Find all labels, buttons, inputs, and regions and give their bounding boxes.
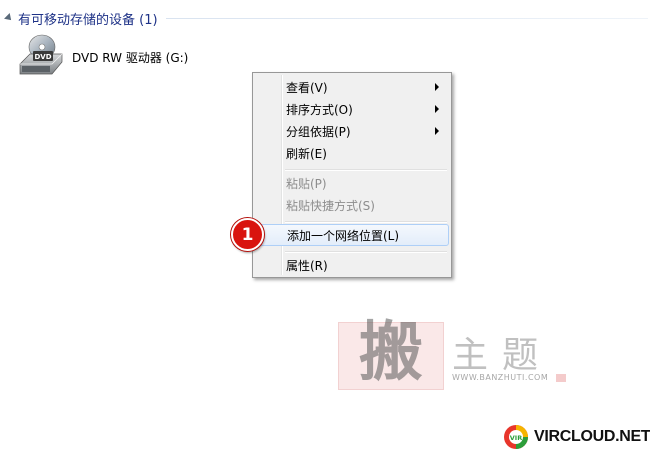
submenu-arrow-icon — [435, 83, 439, 91]
menu-item-group-by[interactable]: 分组依据(P) — [255, 120, 449, 142]
menu-item-view[interactable]: 查看(V) — [255, 76, 449, 98]
group-divider — [165, 17, 648, 19]
vircloud-logo-text: VIRCLOUD.NET — [534, 428, 650, 445]
menu-separator — [285, 251, 447, 253]
watermark-mark — [556, 374, 566, 382]
menu-item-label: 属性(R) — [286, 258, 328, 273]
submenu-arrow-icon — [435, 105, 439, 113]
menu-separator — [285, 221, 447, 223]
drive-label[interactable]: DVD RW 驱动器 (G:) — [72, 49, 188, 66]
vircloud-logo-icon: VIR — [503, 424, 529, 450]
menu-item-label: 查看(V) — [286, 80, 328, 95]
vircloud-logo: VIR VIRCLOUD.NET — [503, 424, 650, 450]
menu-item-label: 粘贴(P) — [286, 176, 327, 191]
menu-item-refresh[interactable]: 刷新(E) — [255, 142, 449, 164]
svg-text:VIR: VIR — [510, 434, 522, 442]
submenu-arrow-icon — [435, 127, 439, 135]
menu-item-sort-by[interactable]: 排序方式(O) — [255, 98, 449, 120]
menu-item-label: 添加一个网络位置(L) — [287, 228, 400, 243]
dvd-drive-icon: DVD — [16, 34, 66, 80]
step-number-badge: 1 — [231, 218, 264, 251]
watermark-seal-char: 搬 — [359, 315, 423, 390]
watermark-seal: 搬 — [338, 317, 444, 390]
watermark-text: 主题 — [452, 335, 553, 376]
watermark-url: WWW.BANZHUTI.COM — [452, 373, 549, 382]
menu-item-properties[interactable]: 属性(R) — [255, 254, 449, 276]
menu-item-label: 分组依据(P) — [286, 124, 351, 139]
menu-item-label: 刷新(E) — [286, 146, 327, 161]
collapse-arrow-icon[interactable] — [4, 13, 14, 23]
menu-item-add-network-location[interactable]: 添加一个网络位置(L) — [255, 224, 449, 246]
svg-text:DVD: DVD — [34, 53, 51, 61]
menu-item-paste[interactable]: 粘贴(P) — [255, 172, 449, 194]
group-header-removable-storage[interactable]: 有可移动存储的设备 (1) — [2, 8, 648, 28]
context-menu: 查看(V) 排序方式(O) 分组依据(P) 刷新(E) 粘贴(P) 粘贴快捷方式… — [252, 72, 452, 278]
group-title: 有可移动存储的设备 (1) — [18, 12, 158, 28]
menu-item-label: 粘贴快捷方式(S) — [286, 198, 375, 213]
menu-separator — [285, 169, 447, 171]
menu-item-paste-shortcut[interactable]: 粘贴快捷方式(S) — [255, 194, 449, 216]
drive-item-dvd[interactable]: DVD DVD RW 驱动器 (G:) — [16, 34, 188, 80]
menu-item-label: 排序方式(O) — [286, 102, 353, 117]
